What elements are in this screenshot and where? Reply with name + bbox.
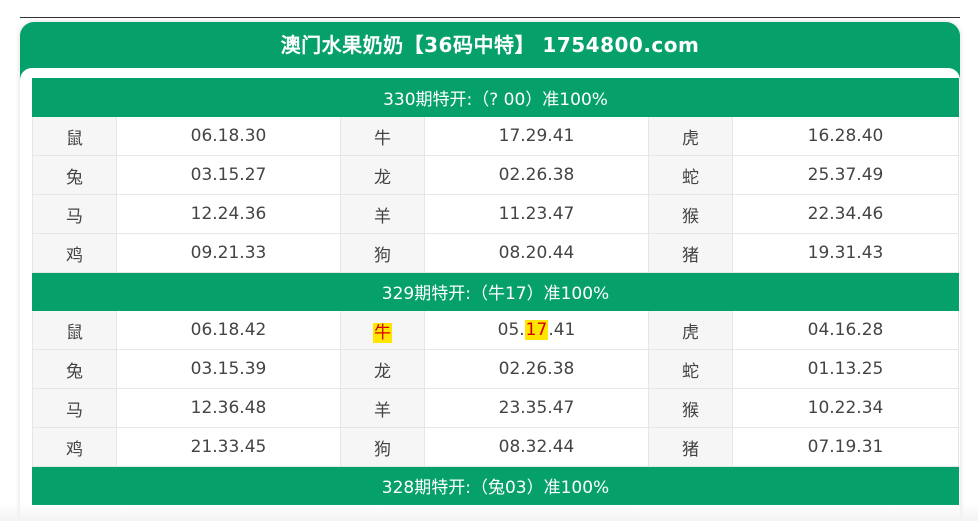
lottery-panel: 澳门水果奶奶【36码中特】 1754800.com 330期特开:（? 00）准… bbox=[20, 22, 960, 521]
numbers-cell: 10.22.34 bbox=[732, 388, 959, 428]
zodiac-cell: 龙 bbox=[340, 155, 425, 195]
numbers-cell: 17.29.41 bbox=[424, 116, 649, 156]
numbers-cell-hit: 05.17.41 bbox=[424, 310, 649, 350]
zodiac-cell: 鸡 bbox=[32, 427, 117, 467]
numbers-cell: 06.18.30 bbox=[116, 116, 341, 156]
numbers-cell: 21.33.45 bbox=[116, 427, 341, 467]
numbers-cell: 11.23.47 bbox=[424, 194, 649, 234]
numbers-cell: 09.21.33 bbox=[116, 233, 341, 273]
numbers-cell: 23.35.47 bbox=[424, 388, 649, 428]
zodiac-cell: 鸡 bbox=[32, 233, 117, 273]
numbers-cell: 08.20.44 bbox=[424, 233, 649, 273]
numbers-prefix: 05. bbox=[497, 320, 525, 340]
zodiac-cell: 马 bbox=[32, 194, 117, 234]
period-header-row: 330期特开:（? 00）准100% bbox=[32, 78, 959, 117]
numbers-cell: 04.16.28 bbox=[732, 310, 959, 350]
zodiac-cell: 猪 bbox=[648, 427, 733, 467]
zodiac-cell-hit: 牛 bbox=[340, 310, 425, 350]
zodiac-cell: 猪 bbox=[648, 233, 733, 273]
table-row: 兔 03.15.27 龙 02.26.38 蛇 25.37.49 bbox=[32, 155, 959, 195]
table-row: 鼠 06.18.30 牛 17.29.41 虎 16.28.40 bbox=[32, 116, 959, 156]
numbers-cell: 25.37.49 bbox=[732, 155, 959, 195]
top-divider bbox=[20, 17, 960, 18]
panel-title: 澳门水果奶奶【36码中特】 1754800.com bbox=[280, 33, 700, 57]
zodiac-cell: 猴 bbox=[648, 194, 733, 234]
period-header: 330期特开:（? 00）准100% bbox=[32, 78, 959, 117]
period-header-row: 328期特开:（兔03）准100% bbox=[32, 466, 959, 505]
numbers-cell: 02.26.38 bbox=[424, 349, 649, 389]
zodiac-cell: 羊 bbox=[340, 194, 425, 234]
zodiac-cell: 羊 bbox=[340, 388, 425, 428]
zodiac-cell: 猴 bbox=[648, 388, 733, 428]
bottom-fade bbox=[0, 504, 978, 521]
zodiac-cell: 狗 bbox=[340, 233, 425, 273]
period-header: 328期特开:（兔03）准100% bbox=[32, 466, 959, 505]
zodiac-cell: 虎 bbox=[648, 116, 733, 156]
numbers-cell: 02.26.38 bbox=[424, 155, 649, 195]
numbers-cell: 03.15.27 bbox=[116, 155, 341, 195]
zodiac-cell: 狗 bbox=[340, 427, 425, 467]
zodiac-cell: 蛇 bbox=[648, 349, 733, 389]
table-row: 马 12.24.36 羊 11.23.47 猴 22.34.46 bbox=[32, 194, 959, 234]
numbers-suffix: .41 bbox=[548, 320, 576, 340]
zodiac-cell: 鼠 bbox=[32, 116, 117, 156]
zodiac-cell: 龙 bbox=[340, 349, 425, 389]
numbers-cell: 22.34.46 bbox=[732, 194, 959, 234]
zodiac-cell: 鼠 bbox=[32, 310, 117, 350]
numbers-cell: 12.24.36 bbox=[116, 194, 341, 234]
numbers-cell: 07.19.31 bbox=[732, 427, 959, 467]
numbers-cell: 03.15.39 bbox=[116, 349, 341, 389]
hit-number-highlight: 17 bbox=[524, 320, 549, 340]
table-row: 鸡 21.33.45 狗 08.32.44 猪 07.19.31 bbox=[32, 427, 959, 467]
zodiac-cell: 蛇 bbox=[648, 155, 733, 195]
table-row: 兔 03.15.39 龙 02.26.38 蛇 01.13.25 bbox=[32, 349, 959, 389]
table-row: 鸡 09.21.33 狗 08.20.44 猪 19.31.43 bbox=[32, 233, 959, 273]
period-header: 329期特开:（牛17）准100% bbox=[32, 272, 959, 311]
zodiac-cell: 兔 bbox=[32, 155, 117, 195]
numbers-cell: 08.32.44 bbox=[424, 427, 649, 467]
zodiac-cell: 虎 bbox=[648, 310, 733, 350]
panel-body: 330期特开:（? 00）准100% 鼠 06.18.30 牛 17.29.41… bbox=[20, 68, 960, 521]
hit-zodiac-highlight: 牛 bbox=[373, 322, 392, 343]
table-row: 鼠 06.18.42 牛 05.17.41 虎 04.16.28 bbox=[32, 310, 959, 350]
numbers-cell: 12.36.48 bbox=[116, 388, 341, 428]
zodiac-number-table: 330期特开:（? 00）准100% 鼠 06.18.30 牛 17.29.41… bbox=[32, 78, 959, 505]
period-header-row: 329期特开:（牛17）准100% bbox=[32, 272, 959, 311]
numbers-cell: 16.28.40 bbox=[732, 116, 959, 156]
numbers-cell: 01.13.25 bbox=[732, 349, 959, 389]
numbers-cell: 06.18.42 bbox=[116, 310, 341, 350]
zodiac-cell: 马 bbox=[32, 388, 117, 428]
zodiac-cell: 牛 bbox=[340, 116, 425, 156]
zodiac-cell: 兔 bbox=[32, 349, 117, 389]
table-row: 马 12.36.48 羊 23.35.47 猴 10.22.34 bbox=[32, 388, 959, 428]
numbers-cell: 19.31.43 bbox=[732, 233, 959, 273]
